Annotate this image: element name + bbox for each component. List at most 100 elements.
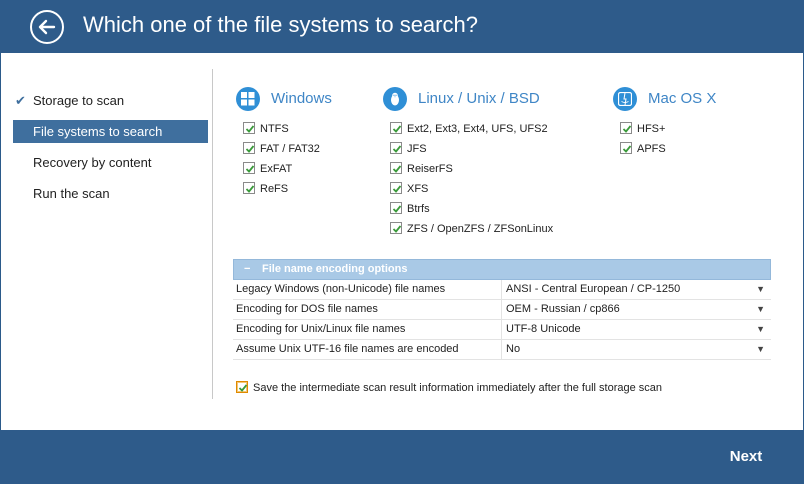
back-button[interactable]	[30, 10, 64, 44]
page-title: Which one of the file systems to search?	[83, 12, 478, 37]
encoding-options-title: File name encoding options	[262, 263, 408, 275]
save-intermediate-result-option[interactable]: Save the intermediate scan result inform…	[236, 381, 662, 397]
checkbox[interactable]	[620, 142, 632, 154]
dropdown-arrow-icon[interactable]: ▼	[756, 340, 765, 359]
fs-label: Ext2, Ext3, Ext4, UFS, UFS2	[407, 123, 548, 135]
fs-label: ZFS / OpenZFS / ZFSonLinux	[407, 223, 554, 235]
option-label: Encoding for Unix/Linux file names	[236, 323, 406, 335]
checkbox[interactable]	[390, 182, 402, 194]
encoding-options-table: − File name encoding options Legacy Wind…	[233, 259, 771, 360]
sidebar-item-recovery-by-content[interactable]: Recovery by content	[13, 151, 208, 174]
checkbox[interactable]	[390, 222, 402, 234]
legacy-windows-encoding-select[interactable]: ANSI - Central European / CP-1250 ▼	[501, 280, 771, 299]
fs-label: ReFS	[260, 183, 289, 195]
sidebar-item-label: Run the scan	[33, 186, 110, 201]
group-header: Linux / Unix / BSD	[383, 87, 553, 113]
option-label: Legacy Windows (non-Unicode) file names	[236, 283, 446, 295]
fs-option-ext[interactable]: Ext2, Ext3, Ext4, UFS, UFS2	[383, 122, 553, 142]
vertical-divider	[212, 69, 213, 399]
table-row: Legacy Windows (non-Unicode) file names …	[233, 280, 771, 300]
sidebar-item-storage-to-scan[interactable]: ✔ Storage to scan	[13, 89, 208, 112]
check-icon	[245, 125, 255, 133]
checkbox[interactable]	[390, 122, 402, 134]
check-icon	[245, 145, 255, 153]
check-icon	[392, 165, 402, 173]
sidebar-item-run-the-scan[interactable]: Run the scan	[13, 182, 208, 205]
check-icon	[392, 205, 402, 213]
check-icon	[622, 145, 632, 153]
checkmark-icon: ✔	[15, 93, 26, 108]
fs-label: NTFS	[260, 123, 289, 135]
group-label-mac: Mac OS X	[648, 90, 717, 107]
checkbox[interactable]	[390, 202, 402, 214]
checkbox[interactable]	[243, 122, 255, 134]
sidebar-item-label: Storage to scan	[33, 93, 125, 108]
mac-finder-icon	[613, 87, 637, 111]
wizard-window	[0, 0, 804, 484]
group-label-windows: Windows	[271, 90, 332, 107]
check-icon	[392, 225, 402, 233]
check-icon	[245, 165, 255, 173]
wizard-steps-sidebar: ✔ Storage to scan File systems to search…	[13, 89, 208, 213]
fs-label: Btrfs	[407, 203, 430, 215]
check-icon	[392, 125, 402, 133]
windows-fs-group: Windows NTFS FAT / FAT32 ExFAT ReFS	[236, 87, 332, 202]
fs-option-zfs[interactable]: ZFS / OpenZFS / ZFSonLinux	[383, 222, 553, 242]
checkbox[interactable]	[243, 162, 255, 174]
fs-label: APFS	[637, 143, 666, 155]
arrow-left-icon	[38, 19, 56, 35]
checkbox[interactable]	[390, 142, 402, 154]
sidebar-item-file-systems-to-search[interactable]: File systems to search	[13, 120, 208, 143]
header-bar: Which one of the file systems to search?	[0, 0, 804, 53]
fs-option-jfs[interactable]: JFS	[383, 142, 553, 162]
check-icon	[392, 185, 402, 193]
linux-penguin-icon	[383, 87, 407, 111]
check-icon	[245, 185, 255, 193]
check-icon	[238, 384, 248, 392]
fs-option-ntfs[interactable]: NTFS	[236, 122, 320, 142]
mac-fs-group: Mac OS X HFS+ APFS	[613, 87, 716, 162]
dos-encoding-select[interactable]: OEM - Russian / cp866 ▼	[501, 300, 771, 319]
sidebar-item-label: File systems to search	[33, 124, 163, 139]
next-button[interactable]: Next	[708, 444, 784, 470]
utf16-assume-select[interactable]: No ▼	[501, 340, 771, 359]
table-row: Assume Unix UTF-16 file names are encode…	[233, 340, 771, 360]
check-icon	[622, 125, 632, 133]
checkbox[interactable]	[390, 162, 402, 174]
fs-option-btrfs[interactable]: Btrfs	[383, 202, 553, 222]
fs-label: HFS+	[637, 123, 666, 135]
table-row: Encoding for Unix/Linux file names UTF-8…	[233, 320, 771, 340]
save-intermediate-checkbox[interactable]	[236, 381, 248, 393]
checkbox[interactable]	[243, 182, 255, 194]
sidebar-item-label: Recovery by content	[33, 155, 152, 170]
dropdown-arrow-icon[interactable]: ▼	[756, 280, 765, 299]
encoding-options-header[interactable]: − File name encoding options	[233, 259, 771, 280]
group-header: Windows	[236, 87, 332, 113]
footer-bar: Next	[0, 430, 804, 484]
checkbox[interactable]	[620, 122, 632, 134]
dropdown-arrow-icon[interactable]: ▼	[756, 320, 765, 339]
table-row: Encoding for DOS file names OEM - Russia…	[233, 300, 771, 320]
dropdown-arrow-icon[interactable]: ▼	[756, 300, 765, 319]
fs-option-reiserfs[interactable]: ReiserFS	[383, 162, 553, 182]
group-label-linux: Linux / Unix / BSD	[418, 90, 540, 107]
fs-option-exfat[interactable]: ExFAT	[236, 162, 320, 182]
fs-option-hfsplus[interactable]: HFS+	[613, 122, 666, 142]
select-value: ANSI - Central European / CP-1250	[506, 283, 681, 295]
fs-option-fat[interactable]: FAT / FAT32	[236, 142, 320, 162]
select-value: UTF-8 Unicode	[506, 323, 581, 335]
check-icon	[392, 145, 402, 153]
fs-label: ReiserFS	[407, 163, 453, 175]
checkbox[interactable]	[243, 142, 255, 154]
select-value: OEM - Russian / cp866	[506, 303, 620, 315]
collapse-icon[interactable]: −	[244, 260, 250, 279]
fs-label: ExFAT	[260, 163, 293, 175]
fs-option-apfs[interactable]: APFS	[613, 142, 666, 162]
fs-option-refs[interactable]: ReFS	[236, 182, 320, 202]
group-header: Mac OS X	[613, 87, 716, 113]
linux-fs-group: Linux / Unix / BSD Ext2, Ext3, Ext4, UFS…	[383, 87, 553, 242]
fs-option-xfs[interactable]: XFS	[383, 182, 553, 202]
save-intermediate-label: Save the intermediate scan result inform…	[253, 382, 663, 394]
option-label: Assume Unix UTF-16 file names are encode…	[236, 343, 459, 355]
unix-encoding-select[interactable]: UTF-8 Unicode ▼	[501, 320, 771, 339]
